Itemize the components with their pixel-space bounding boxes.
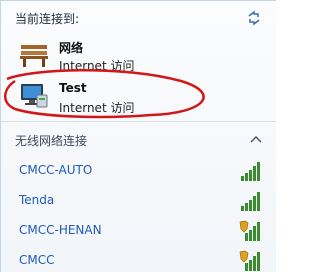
wifi-network-item[interactable]: CMCC-HENAN bbox=[1, 217, 277, 245]
secured-signal-icon bbox=[239, 220, 260, 241]
current-connection-header: 当前连接到: bbox=[15, 12, 80, 26]
wifi-network-name: CMCC-HENAN bbox=[19, 223, 102, 237]
chevron-up-icon[interactable] bbox=[250, 134, 262, 144]
wifi-network-name: Tenda bbox=[19, 193, 55, 207]
connection-name: Test bbox=[59, 81, 87, 95]
connection-name: 网络 bbox=[59, 41, 84, 55]
wireless-section-header: 无线网络连接 bbox=[15, 134, 88, 148]
connection-status: Internet 访问 bbox=[59, 59, 135, 73]
connection-network[interactable]: 网络 Internet 访问 bbox=[15, 39, 255, 75]
wifi-network-name: CMCC-AUTO bbox=[19, 163, 93, 177]
refresh-icon[interactable] bbox=[246, 10, 262, 26]
wifi-network-item[interactable]: Tenda bbox=[1, 187, 277, 215]
divider bbox=[1, 121, 277, 122]
network-flyout: 当前连接到: 网络 Internet 访问 Test Internet 访问 无… bbox=[0, 0, 277, 272]
computer-network-icon bbox=[21, 84, 48, 108]
wifi-network-name: CMCC bbox=[19, 253, 55, 267]
wifi-network-item[interactable]: CMCC bbox=[1, 247, 277, 272]
signal-strength-icon bbox=[241, 192, 260, 211]
connection-test[interactable]: Test Internet 访问 bbox=[15, 81, 255, 117]
connection-status: Internet 访问 bbox=[59, 101, 135, 115]
secured-signal-icon bbox=[239, 250, 260, 271]
wifi-network-item[interactable]: CMCC-AUTO bbox=[1, 157, 277, 185]
signal-strength-icon bbox=[241, 162, 260, 181]
bench-network-icon bbox=[20, 45, 48, 67]
